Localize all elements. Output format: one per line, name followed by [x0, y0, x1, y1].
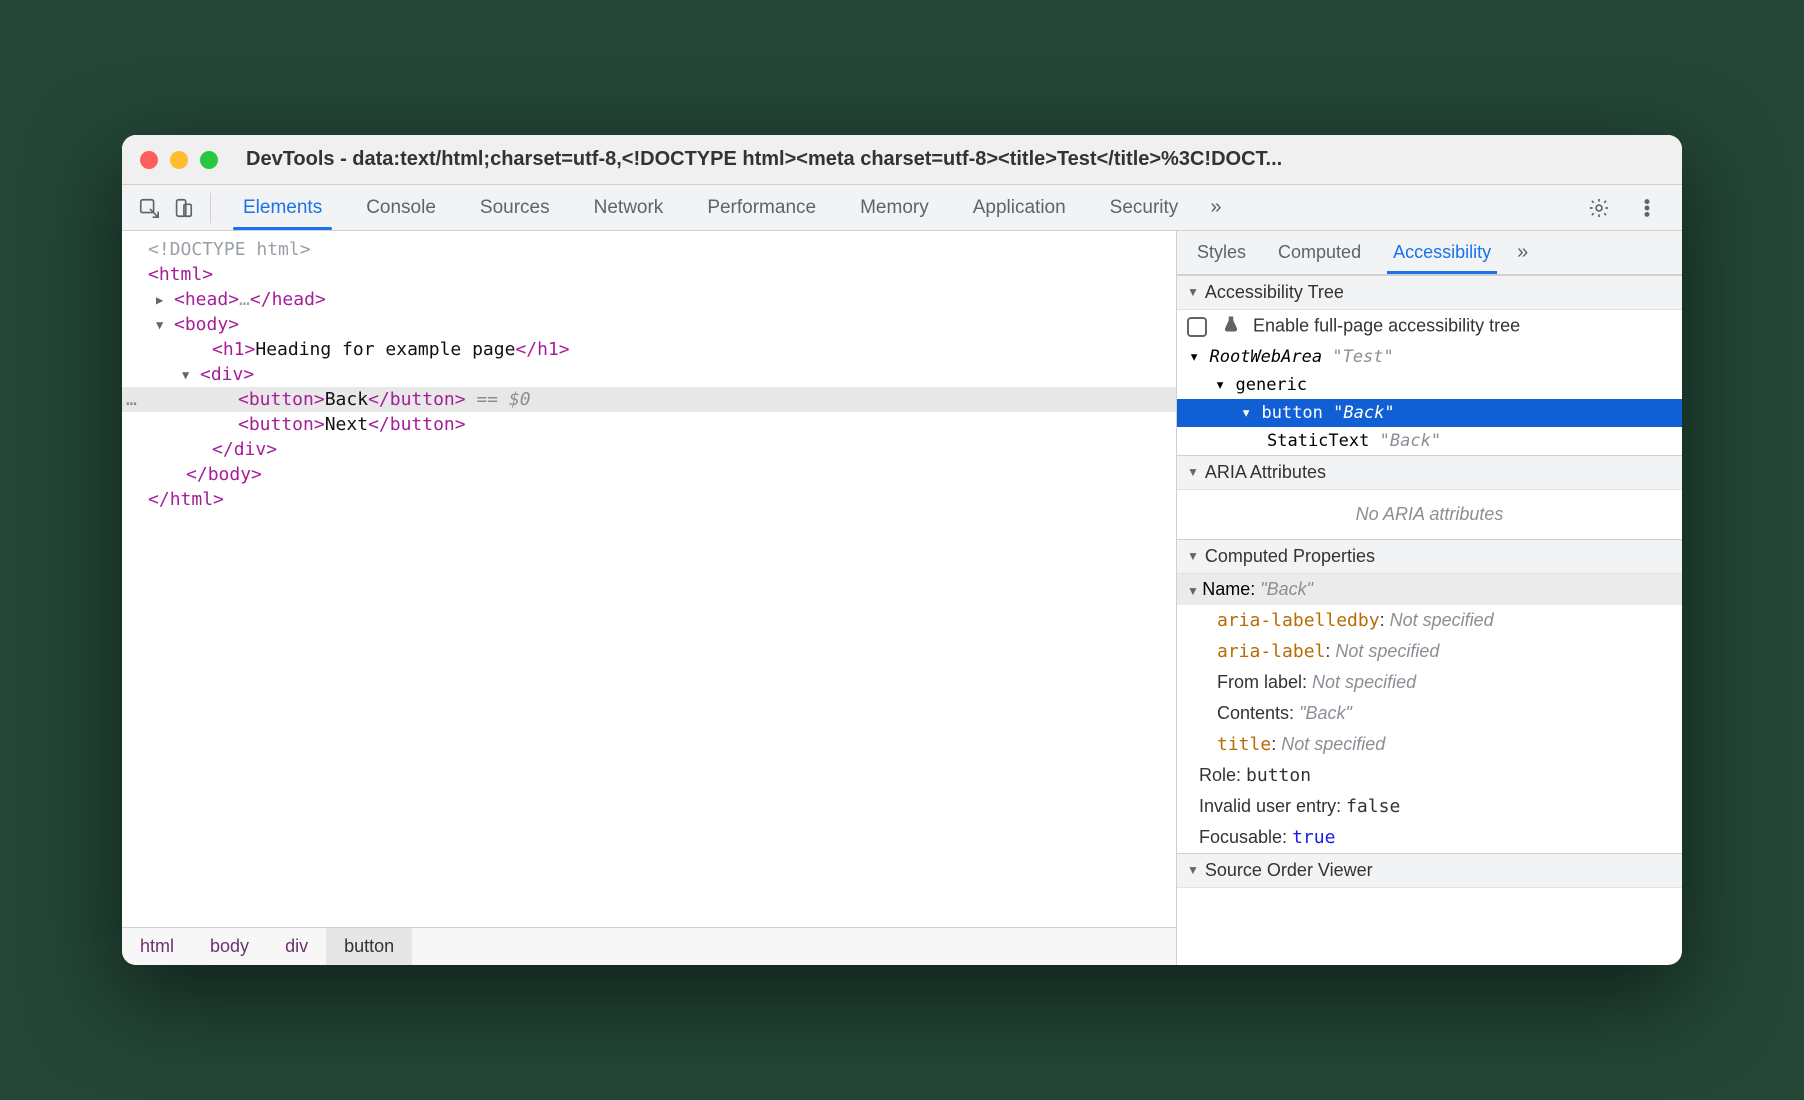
- devtools-window: DevTools - data:text/html;charset=utf-8,…: [122, 135, 1682, 965]
- dom-html-open[interactable]: <html>: [122, 262, 1176, 287]
- computed-title: title: Not specified: [1177, 729, 1682, 760]
- section-source-order[interactable]: ▼Source Order Viewer: [1177, 853, 1682, 888]
- computed-aria-labelledby: aria-labelledby: Not specified: [1177, 605, 1682, 636]
- side-tabs: Styles Computed Accessibility »: [1177, 231, 1682, 275]
- main-tabs: Elements Console Sources Network Perform…: [221, 185, 1582, 230]
- window-title: DevTools - data:text/html;charset=utf-8,…: [246, 148, 1664, 171]
- crumb-html[interactable]: html: [122, 928, 192, 965]
- kebab-menu-icon[interactable]: [1630, 191, 1664, 225]
- inspect-element-icon[interactable]: [132, 191, 166, 225]
- minimize-icon[interactable]: [170, 151, 188, 169]
- zoom-icon[interactable]: [200, 151, 218, 169]
- main-content: <!DOCTYPE html> <html> ▶<head>…</head> ▼…: [122, 231, 1682, 965]
- dom-h1[interactable]: <h1>Heading for example page</h1>: [122, 337, 1176, 362]
- computed-name-row[interactable]: ▼ Name: "Back": [1177, 574, 1682, 605]
- device-toolbar-icon[interactable]: [166, 191, 200, 225]
- close-icon[interactable]: [140, 151, 158, 169]
- beaker-icon: [1222, 315, 1240, 338]
- elements-panel: <!DOCTYPE html> <html> ▶<head>…</head> ▼…: [122, 231, 1177, 965]
- computed-contents: Contents: "Back": [1177, 698, 1682, 729]
- side-more-tabs-icon[interactable]: »: [1507, 241, 1538, 264]
- dom-button-back[interactable]: <button>Back</button> == $0: [122, 387, 1176, 412]
- tab-application[interactable]: Application: [951, 185, 1088, 230]
- section-accessibility-tree[interactable]: ▼Accessibility Tree: [1177, 275, 1682, 310]
- enable-full-page-checkbox[interactable]: [1187, 317, 1207, 337]
- main-toolbar: Elements Console Sources Network Perform…: [122, 185, 1682, 231]
- dom-body-close[interactable]: </body>: [122, 462, 1176, 487]
- dom-head[interactable]: ▶<head>…</head>: [122, 287, 1176, 312]
- dom-doctype: <!DOCTYPE html>: [122, 237, 1176, 262]
- computed-role: Role: button: [1177, 760, 1682, 791]
- section-computed-properties[interactable]: ▼Computed Properties: [1177, 539, 1682, 574]
- tab-network[interactable]: Network: [572, 185, 686, 230]
- ax-button-back[interactable]: ▾ button "Back": [1177, 399, 1682, 427]
- dom-body-open[interactable]: ▼<body>: [122, 312, 1176, 337]
- crumb-body[interactable]: body: [192, 928, 267, 965]
- tab-console[interactable]: Console: [344, 185, 458, 230]
- computed-aria-label: aria-label: Not specified: [1177, 636, 1682, 667]
- side-panel: Styles Computed Accessibility » ▼Accessi…: [1177, 231, 1682, 965]
- computed-focusable: Focusable: true: [1177, 822, 1682, 853]
- dom-div-close[interactable]: </div>: [122, 437, 1176, 462]
- section-aria-attributes[interactable]: ▼ARIA Attributes: [1177, 455, 1682, 490]
- computed-from-label: From label: Not specified: [1177, 667, 1682, 698]
- titlebar: DevTools - data:text/html;charset=utf-8,…: [122, 135, 1682, 185]
- ax-generic[interactable]: ▾ generic: [1177, 371, 1682, 399]
- toolbar-divider: [210, 193, 211, 223]
- more-tabs-icon[interactable]: »: [1200, 196, 1231, 219]
- traffic-lights: [140, 151, 218, 169]
- tab-performance[interactable]: Performance: [685, 185, 838, 230]
- breadcrumb: html body div button: [122, 927, 1176, 965]
- dom-div-open[interactable]: ▼<div>: [122, 362, 1176, 387]
- tab-elements[interactable]: Elements: [221, 185, 344, 230]
- crumb-button[interactable]: button: [326, 928, 412, 965]
- side-body: ▼Accessibility Tree Enable full-page acc…: [1177, 275, 1682, 965]
- stab-accessibility[interactable]: Accessibility: [1377, 231, 1507, 274]
- dom-button-next[interactable]: <button>Next</button>: [122, 412, 1176, 437]
- aria-empty: No ARIA attributes: [1177, 490, 1682, 539]
- tab-memory[interactable]: Memory: [838, 185, 951, 230]
- enable-full-page-row[interactable]: Enable full-page accessibility tree: [1177, 310, 1682, 343]
- computed-invalid: Invalid user entry: false: [1177, 791, 1682, 822]
- stab-computed[interactable]: Computed: [1262, 231, 1377, 274]
- tab-security[interactable]: Security: [1088, 185, 1201, 230]
- crumb-div[interactable]: div: [267, 928, 326, 965]
- dom-html-close[interactable]: </html>: [122, 487, 1176, 512]
- ax-root[interactable]: ▾ RootWebArea "Test": [1177, 343, 1682, 371]
- dom-tree[interactable]: <!DOCTYPE html> <html> ▶<head>…</head> ▼…: [122, 231, 1176, 927]
- ax-statictext[interactable]: StaticText "Back": [1177, 427, 1682, 455]
- settings-icon[interactable]: [1582, 191, 1616, 225]
- tab-sources[interactable]: Sources: [458, 185, 572, 230]
- stab-styles[interactable]: Styles: [1181, 231, 1262, 274]
